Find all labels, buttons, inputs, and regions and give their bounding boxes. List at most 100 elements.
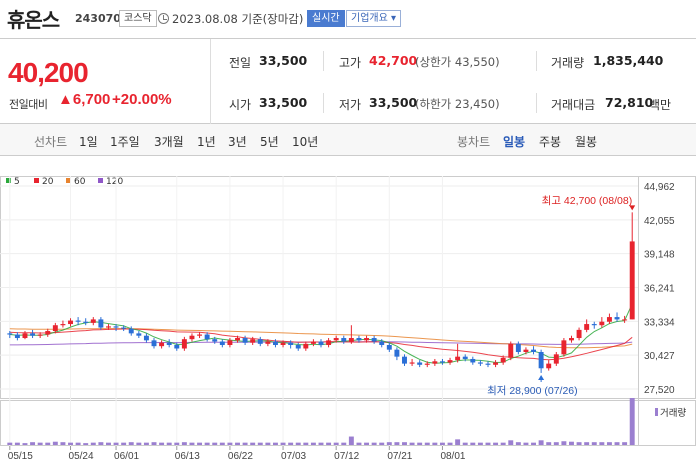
candlestick-chart[interactable]: 44,962 42,055 39,148 36,241 33,334 30,427 27,5… (0, 156, 696, 471)
candle-body (272, 341, 278, 346)
divider (536, 51, 537, 71)
x-tick-label: 05/24 (69, 451, 94, 462)
volume-bar (128, 442, 134, 445)
volume-bar (591, 442, 597, 445)
stock-name: 휴온스 (7, 8, 60, 32)
candle-body (204, 334, 210, 340)
volume-bar (477, 442, 483, 445)
candle-body (303, 343, 309, 349)
candle-body (538, 351, 544, 369)
volume-bar (470, 442, 476, 445)
candle-body (606, 317, 612, 322)
volume-bar (318, 442, 324, 445)
x-tick-label: 08/01 (440, 451, 465, 462)
tab-3year[interactable]: 3년 (228, 133, 247, 150)
volume-bar (424, 442, 430, 445)
tab-5year[interactable]: 5년 (260, 133, 279, 150)
candle-body (371, 338, 377, 342)
volume-bar (136, 442, 142, 445)
volume-bar (45, 442, 51, 445)
volume-bar (614, 442, 620, 445)
tab-candle-label[interactable]: 봉차트 (457, 133, 490, 150)
candle-body (455, 356, 461, 361)
candle-body (569, 338, 574, 341)
volume-bar (561, 441, 567, 445)
candle-body (181, 339, 187, 349)
volume-bar (90, 442, 96, 445)
candle-body (288, 342, 294, 346)
volume-bar (106, 442, 111, 445)
candle-body (52, 325, 58, 332)
volume-bar (356, 442, 362, 445)
candle-body (622, 319, 628, 321)
volume-bar (242, 442, 248, 445)
tab-1year[interactable]: 1년 (197, 133, 216, 150)
volume-bar (83, 443, 89, 445)
stock-code: 243070 (75, 12, 121, 25)
candle-body (356, 338, 362, 341)
candle-body (257, 339, 263, 344)
volume-bar (364, 442, 370, 445)
volume-bar (523, 442, 529, 445)
volume-bar (447, 442, 453, 445)
x-tick-label: 07/03 (281, 451, 306, 462)
y-tick-label: 27,520 (644, 385, 675, 396)
candle-body (614, 317, 620, 320)
volume-bar (455, 439, 461, 445)
candle-body (45, 331, 51, 335)
volume-bar (197, 442, 203, 445)
volume-bar (348, 436, 354, 445)
tab-3month[interactable]: 3개월 (154, 133, 184, 150)
y-tick-label: 30,427 (644, 351, 675, 362)
candle-body (333, 338, 339, 341)
tab-1day[interactable]: 1일 (79, 133, 98, 150)
amount-label: 거래대금 (551, 98, 596, 112)
tab-weekly[interactable]: 주봉 (539, 133, 561, 150)
prev-close-value: 33,500 (259, 53, 308, 68)
volume-bar (500, 442, 506, 445)
lower-limit: (하한가 23,450) (415, 97, 500, 111)
candle-body (341, 338, 347, 342)
volume-bar (98, 442, 104, 445)
volume-bar (250, 442, 256, 445)
y-tick-label: 39,148 (644, 250, 675, 261)
candle-body (128, 328, 134, 334)
stock-header: 휴온스 243070 코스닥 2023.08.08 기준(장마감) 실시간 기업… (0, 0, 696, 38)
volume-bar (326, 442, 332, 445)
volume-bar (159, 442, 165, 445)
candle-body (576, 329, 582, 339)
volume-bar (60, 442, 66, 445)
divider (210, 39, 211, 124)
candle-body (591, 324, 597, 326)
volume-bar (553, 442, 559, 445)
volume-bar (30, 442, 36, 445)
realtime-button[interactable]: 실시간 (307, 10, 345, 27)
candle-body (470, 358, 476, 363)
candle-body (143, 335, 149, 341)
volume-bar (508, 440, 514, 445)
volume-bar (629, 398, 635, 445)
candle-body (394, 349, 400, 357)
y-tick-label: 44,962 (644, 182, 675, 193)
open-value: 33,500 (259, 95, 308, 110)
candle-body (629, 241, 635, 320)
volume-bar (288, 442, 294, 445)
candle-body (219, 341, 225, 346)
y-tick-label: 36,241 (644, 284, 675, 295)
candle-body (227, 340, 233, 346)
tab-monthly[interactable]: 월봉 (575, 133, 597, 150)
candle-body (386, 345, 392, 350)
company-overview-button[interactable]: 기업개요 ▾ (346, 10, 401, 27)
y-tick-label: 42,055 (644, 216, 675, 227)
candle-body (402, 356, 407, 364)
volume-bar (462, 442, 468, 445)
change-percent: +20.00% (112, 91, 172, 108)
candle-body (531, 349, 536, 352)
volume-bar (515, 442, 521, 445)
tab-1week[interactable]: 1주일 (110, 133, 140, 150)
tab-10year[interactable]: 10년 (292, 133, 318, 150)
tab-line-chart[interactable]: 선차트 (34, 133, 67, 150)
volume-bar (569, 441, 574, 445)
tab-daily[interactable]: 일봉 (503, 133, 525, 150)
volume-label: 거래량 (551, 56, 585, 70)
